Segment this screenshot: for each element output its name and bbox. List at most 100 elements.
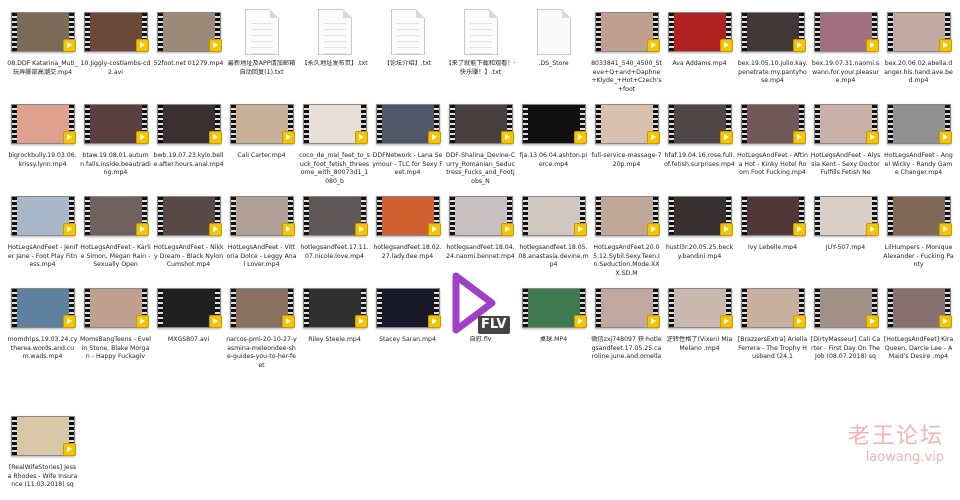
file-name-label: hotlegsandfeet.18.05.08.anastasia.devine… [518, 244, 589, 269]
file-item[interactable]: hotlegsandfeet.18.04.24.naomi.bennet.mp4 [444, 188, 517, 280]
file-item[interactable]: 【永久地址发布页】.txt [298, 4, 371, 96]
video-badge-icon [63, 223, 76, 236]
file-item[interactable]: 08.DDF Katarina_Muti_玩弄脚部高潮交.mp4 [6, 4, 79, 96]
file-name-label: momdrips.19.03.24.cytherea.words.and.cum… [7, 336, 78, 361]
file-item[interactable]: [RealWifeStories] Jessa Rhodes - Wife In… [6, 408, 79, 500]
file-icon-wrap [736, 188, 809, 244]
file-item[interactable]: Ava Addams.mp4 [663, 4, 736, 96]
file-item[interactable]: HotLegsAndFeet - Karlie Simon, Megan Rai… [79, 188, 152, 280]
file-item[interactable]: 【来了就能下载和观看！·快乐赚！】.txt [444, 4, 517, 96]
file-item[interactable]: Cali Carter.mp4 [225, 96, 298, 188]
file-item[interactable]: momdrips.19.03.24.cytherea.words.and.cum… [6, 280, 79, 408]
file-name-label: btaw.19.08.01.autumn.falls.inside.beautr… [80, 152, 151, 177]
file-item[interactable]: MomsBangTeens - Evelin Stone, Blake Morg… [79, 280, 152, 408]
video-badge-icon [793, 315, 806, 328]
file-name-label: 52foot.net 01279.mp4 [153, 60, 224, 67]
video-badge-icon [136, 315, 149, 328]
file-icon-wrap [590, 280, 663, 336]
video-badge-icon [939, 39, 952, 52]
file-name-label: .DS_Store [538, 60, 569, 67]
file-item[interactable]: [DirtyMasseur] Cali Carter - First Day O… [809, 280, 882, 408]
file-item[interactable]: LilHumpers - Monique Alexander - Fucking… [882, 188, 955, 280]
file-item[interactable]: Stacey Saran.mp4 [371, 280, 444, 408]
file-item[interactable]: HotLegsAndFeet.20.05.12.Sybil.Sexy.Teen.… [590, 188, 663, 280]
file-name-label: 8033841_540_4500_Steve+Q+and+Daphne+Klyd… [591, 60, 662, 93]
file-icon-wrap [6, 188, 79, 244]
file-icon-wrap [736, 280, 809, 336]
file-icon-wrap [809, 4, 882, 60]
video-badge-icon [136, 39, 149, 52]
file-item[interactable]: 52foot.net 01279.mp4 [152, 4, 225, 96]
video-badge-icon [866, 131, 879, 144]
flv-file-icon[interactable]: FLV [448, 272, 512, 342]
file-item[interactable]: MXGS807.avi [152, 280, 225, 408]
file-item[interactable]: 【论坛介绍】.txt [371, 4, 444, 96]
file-name-label: HotLegsAndFeet - Jenifer Jane - Foot Pla… [7, 244, 78, 269]
file-item[interactable]: HotLegsAndFeet - Vittoria Dolce - Leggy … [225, 188, 298, 280]
file-name-label: HotLegsAndFeet - Angel Wicky - Randy Gam… [884, 152, 953, 177]
file-item[interactable]: 8033841_540_4500_Steve+Q+and+Daphne+Klyd… [590, 4, 663, 96]
file-item[interactable]: bigrockbully.19.03.06.krissy.lynn.mp4 [6, 96, 79, 188]
file-item[interactable]: 微信zxj748097 获·hotlegsandfeet.17.05.25.ca… [590, 280, 663, 408]
file-item[interactable]: .DS_Store [517, 4, 590, 96]
file-name-label: hotlegsandfeet.18.04.24.naomi.bennet.mp4 [446, 244, 515, 260]
file-name-label: hfaf.19.04.16.rose.full.of.fetish.surpri… [664, 152, 735, 168]
file-item[interactable]: HotLegsAndFeet - Alyssia Kent - Sexy Doc… [809, 96, 882, 188]
video-badge-icon [282, 131, 295, 144]
file-icon-wrap [298, 4, 371, 60]
file-name-label: HotLegsAndFeet - Karlie Simon, Megan Rai… [80, 244, 151, 269]
file-item[interactable]: bwb.19.07.23.kylo.belle.after.hours.anal… [152, 96, 225, 188]
file-name-label: Ava Addams.mp4 [672, 60, 727, 67]
file-name-label: hotlegsandfeet.18.02.27.lady.dee.mp4 [373, 244, 442, 260]
video-badge-icon [282, 223, 295, 236]
file-item[interactable]: HotLegsAndFeet - Nikky Dream - Black Nyl… [152, 188, 225, 280]
file-icon-wrap [590, 188, 663, 244]
file-item[interactable]: JUY-507.mp4 [809, 188, 882, 280]
file-item[interactable]: hotlegsandfeet.18.05.08.anastasia.devine… [517, 188, 590, 280]
file-name-label: 最新地址及APP请加邮箱自动回复(1).txt [227, 60, 296, 76]
video-badge-icon [574, 223, 587, 236]
file-item[interactable]: 10.Jiggly-costlambs-cd2.avi [79, 4, 152, 96]
file-item[interactable]: HotLegsAndFeet - Aftina Hot - Kinky Hote… [736, 96, 809, 188]
file-item[interactable]: hotlegsandfeet.18.02.27.lady.dee.mp4 [371, 188, 444, 280]
file-item[interactable]: bex.19.07.31.naomi.swann.for.your.pleasu… [809, 4, 882, 96]
file-icon-wrap [444, 4, 517, 60]
file-icon-wrap [882, 280, 955, 336]
file-item[interactable]: hfaf.19.04.16.rose.full.of.fetish.surpri… [663, 96, 736, 188]
file-item[interactable]: hotlegsandfeet.17.11.07.nicole.love.mp4 [298, 188, 371, 280]
file-item[interactable]: Riley Steele.mp4 [298, 280, 371, 408]
file-item[interactable]: 逆转性格了(Vixen) Mia Melano .mp4 [663, 280, 736, 408]
file-item[interactable]: DDF-Shalina_Devine-Curry_Romanian_Seduct… [444, 96, 517, 188]
blank-file-icon [536, 9, 571, 55]
video-badge-icon [939, 223, 952, 236]
watermark-url: laowang.vip [865, 450, 944, 465]
file-name-label: narcos-pmi-20-10-27-yasmina-meleondee-sh… [226, 336, 297, 369]
file-item[interactable]: bex.20.06.02.abella.danger.his.hand.ave.… [882, 4, 955, 96]
file-item[interactable]: coco_de_mal_feet_to_suck_foot_fetish_thr… [298, 96, 371, 188]
video-badge-icon [63, 131, 76, 144]
file-icon-wrap [590, 4, 663, 60]
file-item[interactable]: [HotLegsAndFeet] Kira Queen, Darcie Lee … [882, 280, 955, 408]
video-badge-icon [428, 315, 441, 328]
file-icon-wrap [809, 280, 882, 336]
file-item[interactable]: 桌球.MP4 [517, 280, 590, 408]
file-name-label: JUY-507.mp4 [825, 244, 866, 251]
video-badge-icon [647, 223, 660, 236]
file-item[interactable]: hustl3r.20.05.25.becky.bandini.mp4 [663, 188, 736, 280]
file-name-label: LilHumpers - Monique Alexander - Fucking… [883, 244, 954, 269]
file-item[interactable]: fja.13.06.04.ashton.pierce.mp4 [517, 96, 590, 188]
file-item[interactable]: HotLegsAndFeet - Angel Wicky - Randy Gam… [882, 96, 955, 188]
video-badge-icon [63, 315, 76, 328]
flv-badge-text: FLV [481, 317, 507, 332]
file-item[interactable]: bex.19.05.10.julio.kay.penetrate.my.pant… [736, 4, 809, 96]
file-item[interactable]: Ivy Lebelle.mp4 [736, 188, 809, 280]
file-icon-wrap [79, 188, 152, 244]
file-name-label: bex.19.05.10.julio.kay.penetrate.my.pant… [737, 60, 808, 85]
file-item[interactable]: 最新地址及APP请加邮箱自动回复(1).txt [225, 4, 298, 96]
file-item[interactable]: narcos-pmi-20-10-27-yasmina-meleondee-sh… [225, 280, 298, 408]
file-item[interactable]: full-service-massage-720p.mp4 [590, 96, 663, 188]
file-item[interactable]: HotLegsAndFeet - Jenifer Jane - Foot Pla… [6, 188, 79, 280]
file-item[interactable]: DDFNetwork - Lana Seymour - TLC for Sexy… [371, 96, 444, 188]
file-item[interactable]: [BrazzersExtra] Ariella Ferrera - The Tr… [736, 280, 809, 408]
file-item[interactable]: btaw.19.08.01.autumn.falls.inside.beautr… [79, 96, 152, 188]
